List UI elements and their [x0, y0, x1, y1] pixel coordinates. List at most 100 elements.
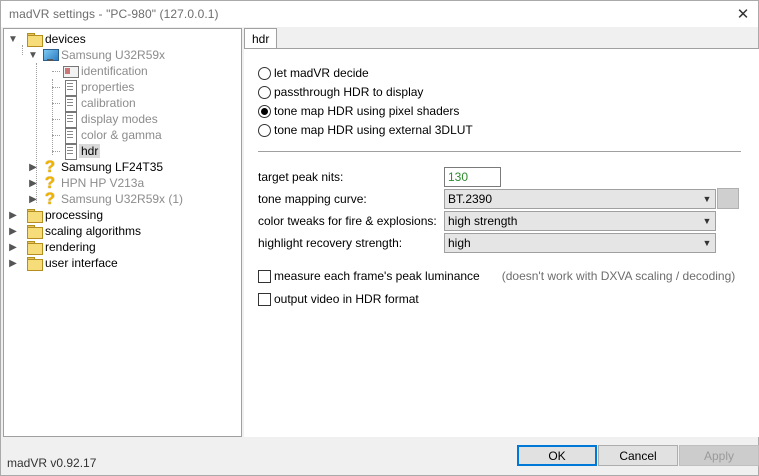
- tab-strip: hdr: [244, 28, 759, 49]
- radio-passthrough-hdr[interactable]: passthrough HDR to display: [258, 85, 423, 99]
- close-button[interactable]: ✕: [728, 1, 758, 27]
- version-label: madVR v0.92.17: [7, 456, 97, 470]
- tree-item-label: processing: [45, 208, 104, 222]
- tab-hdr[interactable]: hdr: [244, 28, 278, 49]
- tree-item-label: calibration: [81, 96, 136, 110]
- radio-label: let madVR decide: [274, 66, 369, 80]
- select-value: high: [448, 236, 471, 250]
- highlight-recovery-label: highlight recovery strength:: [258, 236, 403, 250]
- document-icon: [62, 112, 78, 128]
- tree-guide: [52, 151, 60, 152]
- tree-item-properties[interactable]: properties: [62, 79, 135, 96]
- select-value: high strength: [448, 214, 518, 228]
- tree-item-hdr[interactable]: hdr: [62, 143, 101, 160]
- tree-item-label: identification: [81, 64, 148, 78]
- radio-let-madvr-decide[interactable]: let madVR decide: [258, 66, 369, 80]
- window-title: madVR settings - "PC-980" (127.0.0.1): [9, 7, 219, 21]
- highlight-recovery-select[interactable]: high ▼: [444, 233, 716, 253]
- chevron-down-icon: ▼: [702, 194, 712, 204]
- color-tweaks-label: color tweaks for fire & explosions:: [258, 214, 437, 228]
- target-peak-nits-input[interactable]: [444, 167, 501, 187]
- tree-item-label: Samsung U32R59x: [61, 48, 166, 62]
- tone-mapping-curve-label: tone mapping curve:: [258, 192, 367, 206]
- chevron-right-icon[interactable]: ▶: [8, 239, 18, 255]
- tree-item-label: devices: [45, 32, 86, 46]
- chevron-right-icon[interactable]: ▶: [28, 175, 38, 191]
- question-icon: ?: [44, 157, 56, 176]
- tree-item-samsung-u32r59x[interactable]: ▼ Samsung U32R59x: [28, 47, 165, 63]
- radio-button[interactable]: [258, 123, 271, 137]
- radio-button[interactable]: [258, 85, 271, 99]
- tree-item-label: HPN HP V213a: [61, 176, 145, 190]
- tree-guide: [52, 71, 60, 72]
- settings-tree: ▼ devices ▼ Samsung U32R59x identificati…: [3, 28, 242, 437]
- tree-item-scaling-algorithms[interactable]: ▶ scaling algorithms: [8, 223, 141, 239]
- checkbox-label: output video in HDR format: [274, 292, 419, 306]
- tree-item-devices[interactable]: ▼ devices: [8, 31, 86, 47]
- radio-tone-map-3dlut[interactable]: tone map HDR using external 3DLUT: [258, 123, 473, 137]
- radio-label: tone map HDR using external 3DLUT: [274, 123, 473, 137]
- radio-label: passthrough HDR to display: [274, 85, 424, 99]
- tree-item-label: properties: [81, 80, 135, 94]
- tree-item-label: display modes: [81, 112, 158, 126]
- chevron-right-icon[interactable]: ▶: [28, 191, 38, 207]
- tree-item-color-gamma[interactable]: color & gamma: [62, 127, 162, 144]
- tree-item-label: color & gamma: [81, 128, 162, 142]
- tree-item-user-interface[interactable]: ▶ user interface: [8, 255, 118, 271]
- radio-button-selected[interactable]: [258, 104, 271, 118]
- document-icon: [62, 80, 78, 96]
- close-icon: ✕: [736, 6, 750, 23]
- tree-item-samsung-u32r59x-1[interactable]: ▶ ? Samsung U32R59x (1): [28, 190, 184, 207]
- chevron-right-icon[interactable]: ▶: [8, 223, 18, 239]
- tree-guide: [52, 87, 60, 88]
- dxva-note: (doesn't work with DXVA scaling / decodi…: [501, 269, 736, 283]
- tree-item-label: scaling algorithms: [45, 224, 142, 238]
- tree-guide: [52, 135, 60, 136]
- id-card-icon: [62, 64, 79, 78]
- checkbox-label: measure each frame's peak luminance: [274, 269, 480, 283]
- folder-icon: [26, 32, 43, 47]
- tree-item-processing[interactable]: ▶ processing: [8, 207, 103, 223]
- chevron-down-icon: ▼: [702, 216, 712, 226]
- tone-curve-settings-button[interactable]: [717, 188, 739, 209]
- select-value: BT.2390: [448, 192, 493, 206]
- tree-item-label: user interface: [45, 256, 118, 270]
- output-hdr-format-option[interactable]: output video in HDR format: [258, 292, 419, 306]
- document-icon: [62, 144, 78, 160]
- color-tweaks-select[interactable]: high strength ▼: [444, 211, 716, 231]
- radio-tone-map-pixel-shaders[interactable]: tone map HDR using pixel shaders: [258, 104, 459, 118]
- chevron-right-icon[interactable]: ▶: [28, 159, 38, 175]
- checkbox[interactable]: [258, 292, 271, 306]
- folder-icon: [26, 224, 43, 239]
- tree-item-label: Samsung LF24T35: [61, 160, 164, 174]
- radio-button[interactable]: [258, 66, 271, 80]
- settings-window: madVR settings - "PC-980" (127.0.0.1) ✕ …: [0, 0, 759, 476]
- target-peak-nits-label: target peak nits:: [258, 170, 344, 184]
- tree-guide: [52, 103, 60, 104]
- tree-item-identification[interactable]: identification: [62, 63, 148, 79]
- document-icon: [62, 96, 78, 112]
- ok-button[interactable]: OK: [517, 445, 597, 466]
- title-bar: madVR settings - "PC-980" (127.0.0.1) ✕: [1, 1, 758, 27]
- document-icon: [62, 128, 78, 144]
- tree-item-calibration[interactable]: calibration: [62, 95, 136, 112]
- tree-guide: [52, 79, 53, 155]
- chevron-down-icon[interactable]: ▼: [8, 31, 18, 47]
- chevron-right-icon[interactable]: ▶: [8, 255, 18, 271]
- measure-peak-luminance-option[interactable]: measure each frame's peak luminance (doe…: [258, 269, 735, 283]
- tree-item-display-modes[interactable]: display modes: [62, 111, 158, 128]
- radio-label: tone map HDR using pixel shaders: [274, 104, 460, 118]
- checkbox[interactable]: [258, 269, 271, 283]
- apply-button[interactable]: Apply: [679, 445, 759, 466]
- chevron-down-icon[interactable]: ▼: [28, 47, 38, 63]
- question-icon: ?: [44, 173, 56, 192]
- tree-item-rendering[interactable]: ▶ rendering: [8, 239, 96, 255]
- cancel-button[interactable]: Cancel: [598, 445, 678, 466]
- chevron-right-icon[interactable]: ▶: [8, 207, 18, 223]
- tone-mapping-curve-select[interactable]: BT.2390 ▼: [444, 189, 716, 209]
- tree-item-label: rendering: [45, 240, 96, 254]
- folder-icon: [26, 208, 43, 223]
- tree-item-label: Samsung U32R59x (1): [61, 192, 184, 206]
- folder-icon: [26, 240, 43, 255]
- monitor-icon: [42, 48, 59, 62]
